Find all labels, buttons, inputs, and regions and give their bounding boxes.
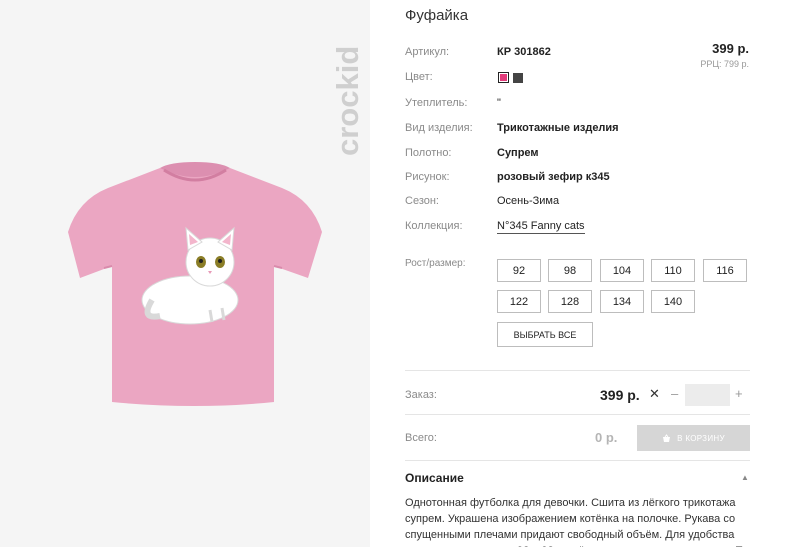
plus-icon[interactable]: + (735, 386, 743, 401)
size-option-110[interactable]: 110 (651, 259, 695, 282)
attr-label: Цвет: (405, 71, 433, 83)
product-title: Фуфайка (405, 7, 469, 24)
attr-value: розовый зефир к345 (497, 171, 610, 183)
description-text: Однотонная футболка для девочки. Сшита и… (405, 497, 749, 547)
tshirt-illustration (68, 162, 322, 406)
attr-label: Вид изделия: (405, 122, 473, 134)
product-price: 399 р. (712, 41, 749, 56)
attr-value: Осень-Зима (497, 195, 560, 207)
size-option-116[interactable]: 116 (703, 259, 747, 282)
basket-icon (663, 433, 671, 442)
size-label: Рост/размер: (405, 258, 466, 269)
collapse-caret-icon[interactable]: ▲ (741, 473, 749, 482)
recommended-price: РРЦ: 799 р. (700, 59, 749, 69)
select-all-sizes-button[interactable]: ВЫБРАТЬ ВСЕ (497, 322, 593, 347)
attr-label: Коллекция: (405, 220, 463, 232)
attr-value: " (497, 97, 501, 109)
size-option-122[interactable]: 122 (497, 290, 541, 313)
total-value: 0 р. (595, 430, 618, 445)
color-swatch-pink[interactable] (498, 72, 509, 83)
size-option-128[interactable]: 128 (548, 290, 592, 313)
x-icon[interactable]: ✕ (649, 386, 660, 402)
attr-label: Полотно: (405, 147, 452, 159)
attr-label: Сезон: (405, 195, 439, 207)
attr-value: Трикотажные изделия (497, 122, 619, 134)
quantity-input[interactable] (685, 384, 730, 406)
collection-link[interactable]: N°345 Fanny cats (497, 220, 585, 234)
divider (405, 414, 750, 415)
attr-label: Артикул: (405, 46, 450, 58)
total-label: Всего: (405, 432, 437, 444)
size-option-134[interactable]: 134 (600, 290, 644, 313)
order-label: Заказ: (405, 389, 437, 401)
add-to-cart-button[interactable]: В КОРЗИНУ (637, 425, 750, 451)
attr-value: КР 301862 (497, 46, 551, 58)
brand-logo-text: crockid (330, 45, 365, 156)
size-option-140[interactable]: 140 (651, 290, 695, 313)
attr-label: Рисунок: (405, 171, 450, 183)
order-price: 399 р. (600, 387, 640, 403)
size-option-104[interactable]: 104 (600, 259, 644, 282)
divider (405, 370, 750, 371)
size-option-92[interactable]: 92 (497, 259, 541, 282)
description-heading[interactable]: Описание (405, 471, 464, 485)
brand-watermark: crockid (326, 14, 365, 174)
attr-label: Утеплитель: (405, 97, 468, 109)
cart-button-label: В КОРЗИНУ (677, 433, 725, 443)
divider (405, 460, 750, 461)
attr-value: Супрем (497, 147, 539, 159)
color-swatch-dark[interactable] (513, 73, 523, 83)
product-image[interactable]: crockid (0, 0, 370, 547)
size-option-98[interactable]: 98 (548, 259, 592, 282)
minus-icon[interactable]: – (671, 386, 678, 401)
